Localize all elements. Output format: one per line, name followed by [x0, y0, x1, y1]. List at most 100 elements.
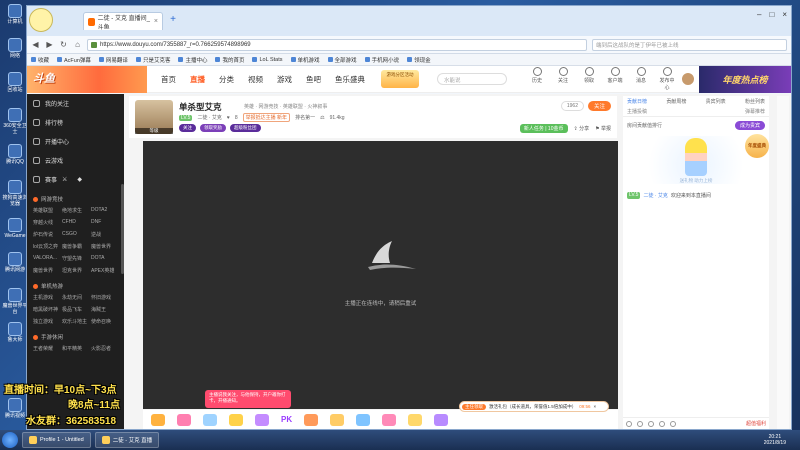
- desktop-icon-warcraft[interactable]: 魔兽世界平台: [2, 288, 28, 315]
- desktop-icon-tencent-video[interactable]: 腾讯视频: [2, 398, 28, 419]
- desktop-icon-sogou[interactable]: 搜狗高速浏览器: [2, 180, 28, 207]
- bookmark-item[interactable]: 收藏: [31, 56, 49, 64]
- desktop-icon-computer[interactable]: 计算机: [2, 4, 28, 25]
- right-banner[interactable]: 年度热点榜: [699, 65, 791, 93]
- game-link[interactable]: 火影忍者: [91, 345, 120, 352]
- system-clock[interactable]: 20:21 2021/8/19: [764, 434, 800, 446]
- gift-icon[interactable]: [151, 413, 165, 426]
- sidebar-item-follow[interactable]: 我的关注: [27, 94, 124, 113]
- tab-vip-list[interactable]: 贵宾列表: [706, 98, 726, 105]
- bookmark-item[interactable]: 只是艾克客: [135, 56, 170, 64]
- desktop-icon-360[interactable]: 360安全卫士: [2, 108, 28, 135]
- sidebar-item-cloud-game[interactable]: 云游戏: [27, 151, 124, 170]
- room-tag[interactable]: 关注: [179, 124, 196, 132]
- messages-button[interactable]: 消息: [633, 67, 649, 91]
- game-link[interactable]: 主机游戏: [33, 294, 62, 301]
- game-link[interactable]: 永劫无间: [62, 294, 91, 301]
- back-icon[interactable]: ◀: [31, 40, 40, 49]
- bookmark-item[interactable]: 全部游戏: [327, 56, 357, 64]
- room-tag[interactable]: 超级粉丝团: [230, 124, 261, 132]
- bookmark-item[interactable]: LoL Stats: [252, 57, 283, 63]
- game-link[interactable]: 炉石传说: [33, 231, 62, 238]
- nav-video[interactable]: 视频: [248, 74, 263, 85]
- game-link[interactable]: 穿越火线: [33, 219, 62, 226]
- room-tag[interactable]: 领取奖励: [200, 124, 226, 132]
- team-logo-icon[interactable]: ◆: [77, 176, 82, 183]
- close-window-icon[interactable]: ×: [782, 10, 787, 19]
- game-link[interactable]: 守望先锋: [62, 255, 91, 262]
- gift-icon[interactable]: [408, 413, 423, 426]
- browser-search-input[interactable]: 端到后这战队的是丁伊年已被上线: [592, 38, 787, 51]
- tab-streamer-posts[interactable]: 主播投稿: [627, 108, 647, 115]
- douyu-logo-banner[interactable]: 斗鱼: [27, 65, 147, 93]
- game-link[interactable]: 绝地求生: [62, 207, 91, 214]
- desktop-icon-recycle-bin[interactable]: 回收站: [2, 72, 28, 93]
- gift-icon[interactable]: [356, 413, 371, 426]
- pk-icon[interactable]: PK: [281, 415, 292, 424]
- refresh-icon[interactable]: ↻: [59, 40, 68, 49]
- gift-icon[interactable]: [330, 413, 345, 426]
- close-tab-icon[interactable]: ×: [154, 18, 158, 25]
- gift-icon[interactable]: [434, 413, 449, 426]
- game-link[interactable]: 极品飞车: [62, 306, 91, 313]
- new-tab-button[interactable]: +: [167, 14, 179, 26]
- follow-list-button[interactable]: 关注: [555, 67, 571, 91]
- game-link[interactable]: 欢乐斗地主: [62, 318, 91, 325]
- game-link[interactable]: 使命召唤: [91, 318, 120, 325]
- bookmark-item[interactable]: 主播中心: [178, 56, 207, 64]
- claim-button[interactable]: 领取: [581, 67, 597, 91]
- game-link[interactable]: 王者荣耀: [33, 345, 62, 352]
- bookmark-item[interactable]: AcFun弹幕: [57, 56, 91, 64]
- game-link[interactable]: 英雄联盟: [33, 207, 62, 214]
- forward-icon[interactable]: ▶: [45, 40, 54, 49]
- taskbar-item[interactable]: Profile 1 - Untitled: [22, 432, 91, 448]
- room-category[interactable]: 英雄 · 网游竞技 · 英雄联盟 · 火神叙事: [244, 103, 327, 110]
- maximize-icon[interactable]: □: [769, 10, 774, 19]
- game-link[interactable]: 和平精英: [62, 345, 91, 352]
- newbie-task-button[interactable]: 新人任务 | 10金币: [519, 124, 568, 133]
- desktop-icon-network[interactable]: 网络: [2, 38, 28, 59]
- taskbar-item[interactable]: 二徒 - 艾克 直播: [94, 432, 160, 448]
- fans-badge-icon[interactable]: [648, 420, 654, 427]
- tab-danmu-recommend[interactable]: 弹幕推荐: [745, 108, 765, 115]
- gift-icon[interactable]: [659, 420, 665, 427]
- game-link[interactable]: lol云顶之弈: [33, 243, 62, 250]
- nav-games[interactable]: 游戏: [277, 74, 292, 85]
- game-link[interactable]: DOTA: [91, 255, 120, 262]
- nav-fishbar[interactable]: 鱼吧: [306, 74, 321, 85]
- clear-icon[interactable]: [670, 420, 676, 427]
- desktop-icon-qq[interactable]: 腾讯QQ: [2, 144, 28, 165]
- tab-weekly-rank[interactable]: 贡献周榜: [666, 98, 686, 105]
- address-bar[interactable]: https://www.douyu.com/7355887_r=0.766259…: [87, 38, 587, 51]
- tab-douyu[interactable]: 二徒 - 艾克 直播间_斗鱼 ×: [83, 12, 163, 31]
- gift-icon[interactable]: [304, 413, 319, 426]
- sidebar-scrollbar[interactable]: [121, 184, 124, 274]
- game-link[interactable]: 坦克世界: [62, 267, 91, 274]
- nav-home[interactable]: 首页: [161, 74, 176, 85]
- nav-festival[interactable]: 鱼乐盛典: [335, 74, 365, 85]
- sidebar-item-events[interactable]: 赛事 ⚔ ◆: [27, 170, 124, 189]
- task-toast[interactable]: 主任领取 激活礼包（成长道具，荣誉值1.5倍加成中） 09:56 ×: [459, 401, 609, 412]
- emoji-icon[interactable]: [626, 420, 632, 427]
- streamer-avatar[interactable]: 等级: [135, 100, 173, 134]
- game-link[interactable]: 暗黑破坏神: [33, 306, 62, 313]
- tab-daily-rank[interactable]: 贡献日榜: [627, 98, 647, 105]
- history-button[interactable]: 历史: [529, 67, 545, 91]
- game-link[interactable]: 独立游戏: [33, 318, 62, 325]
- bookmark-item[interactable]: 手机网小说: [364, 56, 399, 64]
- client-button[interactable]: 客户端: [607, 67, 623, 91]
- promo-badge[interactable]: 游戏分区活动: [381, 70, 419, 88]
- bookmark-item[interactable]: 网易翻译: [98, 56, 128, 64]
- team-logo-icon[interactable]: ⚔: [62, 176, 67, 183]
- game-link[interactable]: DNF: [91, 219, 120, 226]
- bookmark-item[interactable]: 我的首页: [215, 56, 244, 64]
- report-badge[interactable]: 举报抵达主播 新年: [242, 113, 291, 122]
- desktop-icon-wegame[interactable]: WeGame: [2, 218, 28, 239]
- user-avatar[interactable]: [681, 72, 695, 86]
- gift-icon[interactable]: [255, 413, 269, 426]
- game-link[interactable]: VALORA...: [33, 255, 62, 262]
- game-link[interactable]: 逆战: [91, 231, 120, 238]
- msg-username[interactable]: 二徒 · 艾克: [643, 192, 667, 199]
- gift-icon[interactable]: [203, 413, 217, 426]
- game-link[interactable]: 怀旧游戏: [91, 294, 120, 301]
